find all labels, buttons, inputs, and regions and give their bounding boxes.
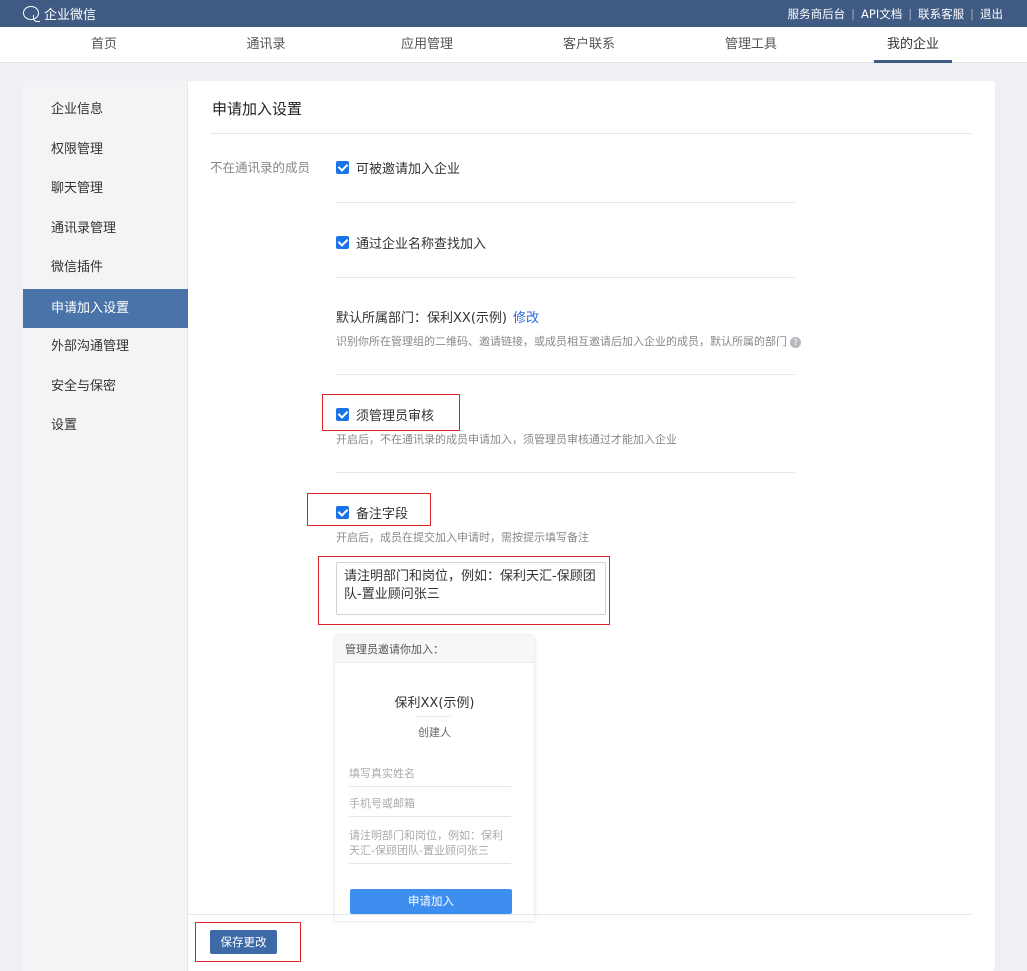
help-icon[interactable]: ? xyxy=(790,337,801,348)
highlight-box xyxy=(307,493,431,526)
option-search-label: 通过企业名称查找加入 xyxy=(356,237,487,252)
sidebar-item-chat[interactable]: 聊天管理 xyxy=(23,169,188,208)
sidebar-item-join-settings[interactable]: 申请加入设置 xyxy=(23,289,188,328)
option-search[interactable]: 通过企业名称查找加入 xyxy=(336,233,486,252)
link-support[interactable]: 联系客服 xyxy=(918,6,964,22)
content-area: 申请加入设置 不在通讯录的成员 可被邀请加入企业 通过企业名称查找加入 默认所属… xyxy=(188,81,995,971)
top-bar: 企业微信 服务商后台 | API文档 | 联系客服 | 退出 xyxy=(0,0,1027,27)
divider xyxy=(336,374,795,375)
highlight-box xyxy=(195,922,301,962)
review-hint: 开启后，不在通讯录的成员申请加入，须管理员审核通过才能加入企业 xyxy=(336,433,677,446)
sidebar-item-security[interactable]: 安全与保密 xyxy=(23,367,188,406)
separator: | xyxy=(851,7,856,21)
nav-contacts[interactable]: 通讯录 xyxy=(227,27,305,63)
preview-phone-field: 手机号或邮箱 xyxy=(349,796,511,817)
link-service-provider[interactable]: 服务商后台 xyxy=(788,6,846,22)
sidebar-item-settings[interactable]: 设置 xyxy=(23,406,188,445)
divider xyxy=(188,914,972,915)
sidebar: 企业信息 权限管理 聊天管理 通讯录管理 微信插件 申请加入设置 外部沟通管理 … xyxy=(23,81,188,971)
divider xyxy=(336,472,795,473)
divider xyxy=(336,277,795,278)
dept-label: 默认所属部门： xyxy=(336,311,428,326)
sidebar-item-wechat-plugin[interactable]: 微信插件 xyxy=(23,248,188,287)
dept-hint: 识别你所在管理组的二维码、邀请链接，或成员相互邀请后加入企业的成员，默认所属的部… xyxy=(336,333,801,349)
link-logout[interactable]: 退出 xyxy=(980,6,1003,22)
divider xyxy=(210,133,972,134)
sidebar-item-permissions[interactable]: 权限管理 xyxy=(23,130,188,169)
wecom-logo-icon xyxy=(22,5,40,22)
preview-name-field: 填写真实姓名 xyxy=(349,766,511,787)
preview-role: 创建人 xyxy=(418,726,451,739)
dept-edit-link[interactable]: 修改 xyxy=(513,311,539,326)
dept-hint-text: 识别你所在管理组的二维码、邀请链接，或成员相互邀请后加入企业的成员，默认所属的部… xyxy=(336,335,787,348)
preview-note-field: 请注明部门和岗位，例如：保利天汇-保顾团队-置业顾问张三 xyxy=(349,828,511,864)
row-label: 不在通讯录的成员 xyxy=(210,160,311,175)
link-api-docs[interactable]: API文档 xyxy=(861,6,902,22)
preview-company: 保利XX(示例) xyxy=(394,696,475,711)
checkbox-checked-icon[interactable] xyxy=(336,161,349,174)
nav-customer[interactable]: 客户联系 xyxy=(550,27,628,63)
sidebar-item-contacts[interactable]: 通讯录管理 xyxy=(23,209,188,248)
separator: | xyxy=(970,7,974,21)
logo[interactable]: 企业微信 xyxy=(22,3,96,23)
nav-tools[interactable]: 管理工具 xyxy=(712,27,790,63)
default-department: 默认所属部门：保利XX(示例) 修改 xyxy=(336,307,539,326)
option-invite-label: 可被邀请加入企业 xyxy=(356,162,461,177)
top-links: 服务商后台 | API文档 | 联系客服 | 退出 xyxy=(788,6,1003,22)
nav-home[interactable]: 首页 xyxy=(65,27,143,63)
nav-my-enterprise[interactable]: 我的企业 xyxy=(874,27,952,63)
dept-value: 保利XX(示例) xyxy=(427,311,507,326)
sidebar-item-external[interactable]: 外部沟通管理 xyxy=(23,327,188,366)
page-title: 申请加入设置 xyxy=(212,100,303,118)
divider xyxy=(336,202,795,203)
logo-text: 企业微信 xyxy=(44,7,97,23)
preview-header: 管理员邀请你加入： xyxy=(335,636,534,663)
separator: | xyxy=(908,7,913,21)
settings-card: 企业信息 权限管理 聊天管理 通讯录管理 微信插件 申请加入设置 外部沟通管理 … xyxy=(23,81,995,971)
sidebar-item-enterprise-info[interactable]: 企业信息 xyxy=(23,90,188,129)
main-nav: 首页 通讯录 应用管理 客户联系 管理工具 我的企业 xyxy=(0,27,1027,63)
preview-submit-button: 申请加入 xyxy=(350,889,512,914)
divider xyxy=(417,716,451,717)
nav-apps[interactable]: 应用管理 xyxy=(388,27,466,63)
highlight-box xyxy=(318,556,610,625)
checkbox-checked-icon[interactable] xyxy=(336,236,349,249)
join-preview: 管理员邀请你加入： 保利XX(示例) 创建人 填写真实姓名 手机号或邮箱 请注明… xyxy=(335,636,534,921)
note-hint: 开启后，成员在提交加入申请时，需按提示填写备注 xyxy=(336,531,589,544)
option-invite[interactable]: 可被邀请加入企业 xyxy=(336,158,460,177)
highlight-box xyxy=(322,394,460,431)
